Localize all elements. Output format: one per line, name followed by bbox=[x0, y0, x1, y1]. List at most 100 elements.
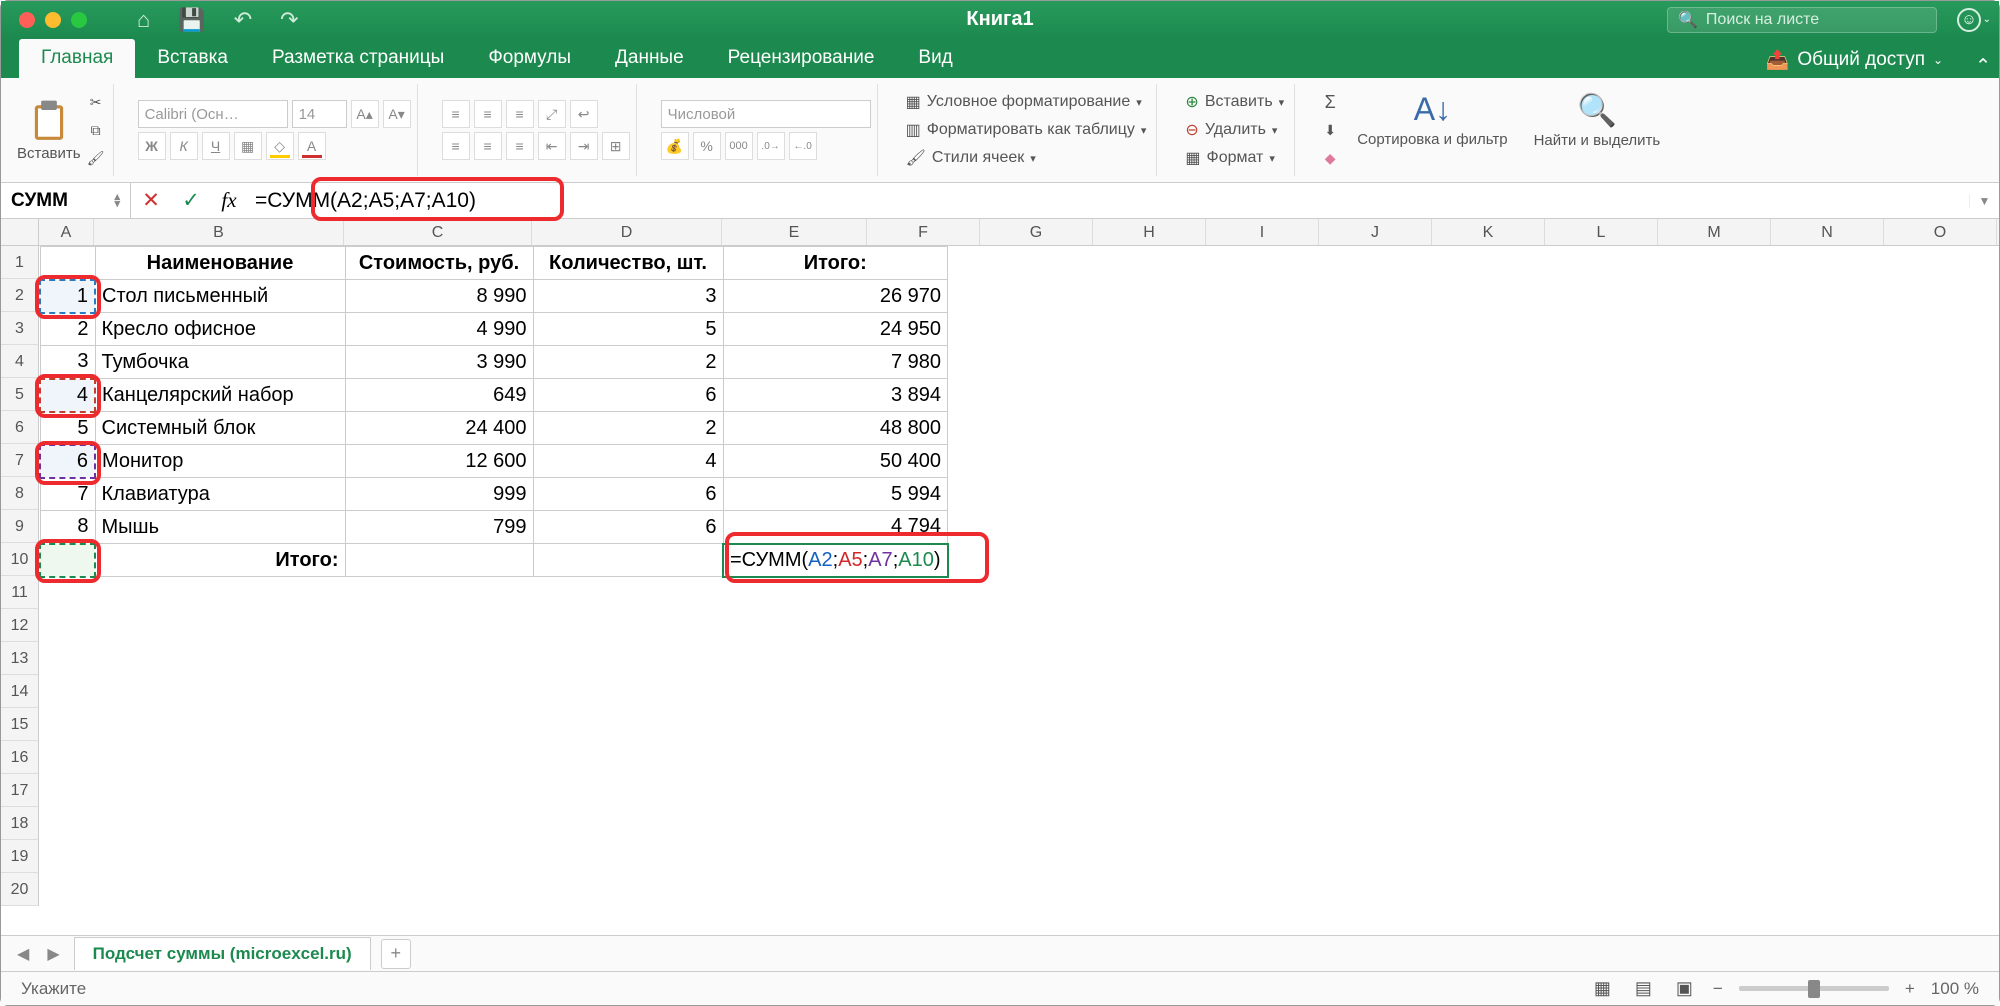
underline-button[interactable]: Ч bbox=[202, 132, 230, 160]
zoom-level[interactable]: 100 % bbox=[1931, 979, 1979, 999]
page-break-view-icon[interactable]: ▣ bbox=[1672, 978, 1697, 999]
save-icon[interactable]: 💾 bbox=[178, 7, 205, 33]
row-header[interactable]: 6 bbox=[1, 411, 39, 444]
cell[interactable]: Мышь bbox=[95, 511, 345, 544]
cell[interactable]: Кресло офисное bbox=[95, 313, 345, 346]
cell[interactable]: 7 bbox=[40, 478, 95, 511]
cell[interactable]: Монитор bbox=[95, 445, 345, 478]
col-header[interactable]: B bbox=[94, 219, 344, 245]
accept-formula-icon[interactable]: ✓ bbox=[171, 188, 211, 213]
format-cells-button[interactable]: ▦Формат▾ bbox=[1181, 146, 1288, 170]
page-layout-view-icon[interactable]: ▤ bbox=[1631, 978, 1656, 999]
comma-icon[interactable]: 000 bbox=[725, 132, 753, 160]
cancel-formula-icon[interactable]: ✕ bbox=[131, 188, 171, 213]
row-header[interactable]: 17 bbox=[1, 774, 39, 807]
borders-button[interactable]: ▦ bbox=[234, 132, 262, 160]
orientation-icon[interactable]: ⤢ bbox=[538, 100, 566, 128]
tab-insert[interactable]: Вставка bbox=[135, 39, 250, 78]
cell[interactable]: 6 bbox=[533, 511, 723, 544]
cell-e10-active[interactable]: =СУММ(A2;A5;A7;A10) bbox=[723, 544, 948, 577]
col-header[interactable]: N bbox=[1771, 219, 1884, 245]
cell[interactable]: 3 894 bbox=[723, 379, 948, 412]
cell[interactable]: 12 600 bbox=[345, 445, 533, 478]
font-size-select[interactable]: 14 bbox=[292, 100, 347, 128]
cell[interactable]: 24 400 bbox=[345, 412, 533, 445]
font-name-select[interactable]: Calibri (Осн… bbox=[138, 100, 288, 128]
col-header[interactable]: J bbox=[1319, 219, 1432, 245]
cell[interactable]: Наименование bbox=[95, 247, 345, 280]
search-input[interactable]: 🔍 Поиск на листе bbox=[1667, 7, 1937, 33]
align-bottom-icon[interactable]: ≡ bbox=[506, 100, 534, 128]
add-sheet-button[interactable]: + bbox=[381, 939, 411, 969]
cell-styles-button[interactable]: 🖌Стили ячеек▾ bbox=[902, 146, 1151, 170]
cell[interactable]: 4 794 bbox=[723, 511, 948, 544]
cell[interactable]: 6 bbox=[533, 478, 723, 511]
row-header[interactable]: 9 bbox=[1, 510, 39, 543]
col-header[interactable]: D bbox=[532, 219, 722, 245]
fx-icon[interactable]: fx bbox=[211, 188, 247, 213]
tab-view[interactable]: Вид bbox=[896, 39, 974, 78]
cell[interactable]: 5 bbox=[533, 313, 723, 346]
zoom-in-icon[interactable]: + bbox=[1905, 979, 1915, 999]
redo-icon[interactable]: ↷ bbox=[280, 7, 298, 33]
cell[interactable]: Стоимость, руб. bbox=[345, 247, 533, 280]
cell[interactable]: 4 990 bbox=[345, 313, 533, 346]
row-header[interactable]: 18 bbox=[1, 807, 39, 840]
row-header[interactable]: 15 bbox=[1, 708, 39, 741]
cell[interactable]: 8 bbox=[40, 511, 95, 544]
cell[interactable]: 2 bbox=[533, 346, 723, 379]
col-header[interactable]: C bbox=[344, 219, 532, 245]
row-header[interactable]: 13 bbox=[1, 642, 39, 675]
cell[interactable]: Итого: bbox=[723, 247, 948, 280]
tab-review[interactable]: Рецензирование bbox=[706, 39, 897, 78]
prev-sheet-icon[interactable]: ◀ bbox=[13, 944, 33, 964]
collapse-ribbon-icon[interactable]: ⌃ bbox=[1967, 55, 1999, 78]
col-header[interactable]: L bbox=[1545, 219, 1658, 245]
merge-cells-icon[interactable]: ⊞ bbox=[602, 132, 630, 160]
close-icon[interactable] bbox=[19, 12, 35, 28]
col-header[interactable]: H bbox=[1093, 219, 1206, 245]
cell[interactable]: 26 970 bbox=[723, 280, 948, 313]
minimize-icon[interactable] bbox=[45, 12, 61, 28]
row-header[interactable]: 4 bbox=[1, 345, 39, 378]
col-header[interactable]: O bbox=[1884, 219, 1997, 245]
share-button[interactable]: 📤 Общий доступ ⌄ bbox=[1758, 42, 1951, 78]
cell[interactable]: 2 bbox=[533, 412, 723, 445]
decrease-decimal-icon[interactable]: ←.0 bbox=[789, 132, 817, 160]
align-right-icon[interactable]: ≡ bbox=[506, 132, 534, 160]
row-header[interactable]: 2 bbox=[1, 279, 39, 312]
indent-increase-icon[interactable]: ⇥ bbox=[570, 132, 598, 160]
cell[interactable] bbox=[40, 247, 95, 280]
cell[interactable]: Тумбочка bbox=[95, 346, 345, 379]
row-header[interactable]: 11 bbox=[1, 576, 39, 609]
cell[interactable]: Итого: bbox=[95, 544, 345, 577]
tab-home[interactable]: Главная bbox=[19, 39, 135, 78]
find-select-button[interactable]: 🔍 Найти и выделить bbox=[1524, 91, 1671, 169]
percent-icon[interactable]: % bbox=[693, 132, 721, 160]
autosum-icon[interactable]: Σ bbox=[1319, 91, 1341, 113]
name-box[interactable]: СУММ ▴▾ bbox=[1, 183, 131, 218]
number-format-select[interactable]: Числовой bbox=[661, 100, 871, 128]
cell[interactable]: 48 800 bbox=[723, 412, 948, 445]
row-header[interactable]: 20 bbox=[1, 873, 39, 906]
col-header[interactable]: I bbox=[1206, 219, 1319, 245]
cell[interactable]: 24 950 bbox=[723, 313, 948, 346]
align-center-icon[interactable]: ≡ bbox=[474, 132, 502, 160]
cell-a7[interactable]: 6 bbox=[40, 445, 95, 478]
tab-formulas[interactable]: Формулы bbox=[466, 39, 593, 78]
cell[interactable]: 2 bbox=[40, 313, 95, 346]
cell-a10[interactable] bbox=[40, 544, 95, 577]
conditional-format-button[interactable]: ▦Условное форматирование▾ bbox=[902, 90, 1151, 114]
expand-formula-bar-icon[interactable]: ▼ bbox=[1969, 194, 1999, 208]
wrap-text-icon[interactable]: ↩ bbox=[570, 100, 598, 128]
col-header[interactable]: A bbox=[39, 219, 94, 245]
format-as-table-button[interactable]: ▥Форматировать как таблицу▾ bbox=[902, 118, 1151, 142]
increase-font-icon[interactable]: A▴ bbox=[351, 100, 379, 128]
row-header[interactable]: 10 bbox=[1, 543, 39, 576]
cell[interactable] bbox=[345, 544, 533, 577]
row-header[interactable]: 5 bbox=[1, 378, 39, 411]
decrease-font-icon[interactable]: A▾ bbox=[383, 100, 411, 128]
cell[interactable]: 999 bbox=[345, 478, 533, 511]
row-header[interactable]: 14 bbox=[1, 675, 39, 708]
cell[interactable]: Количество, шт. bbox=[533, 247, 723, 280]
